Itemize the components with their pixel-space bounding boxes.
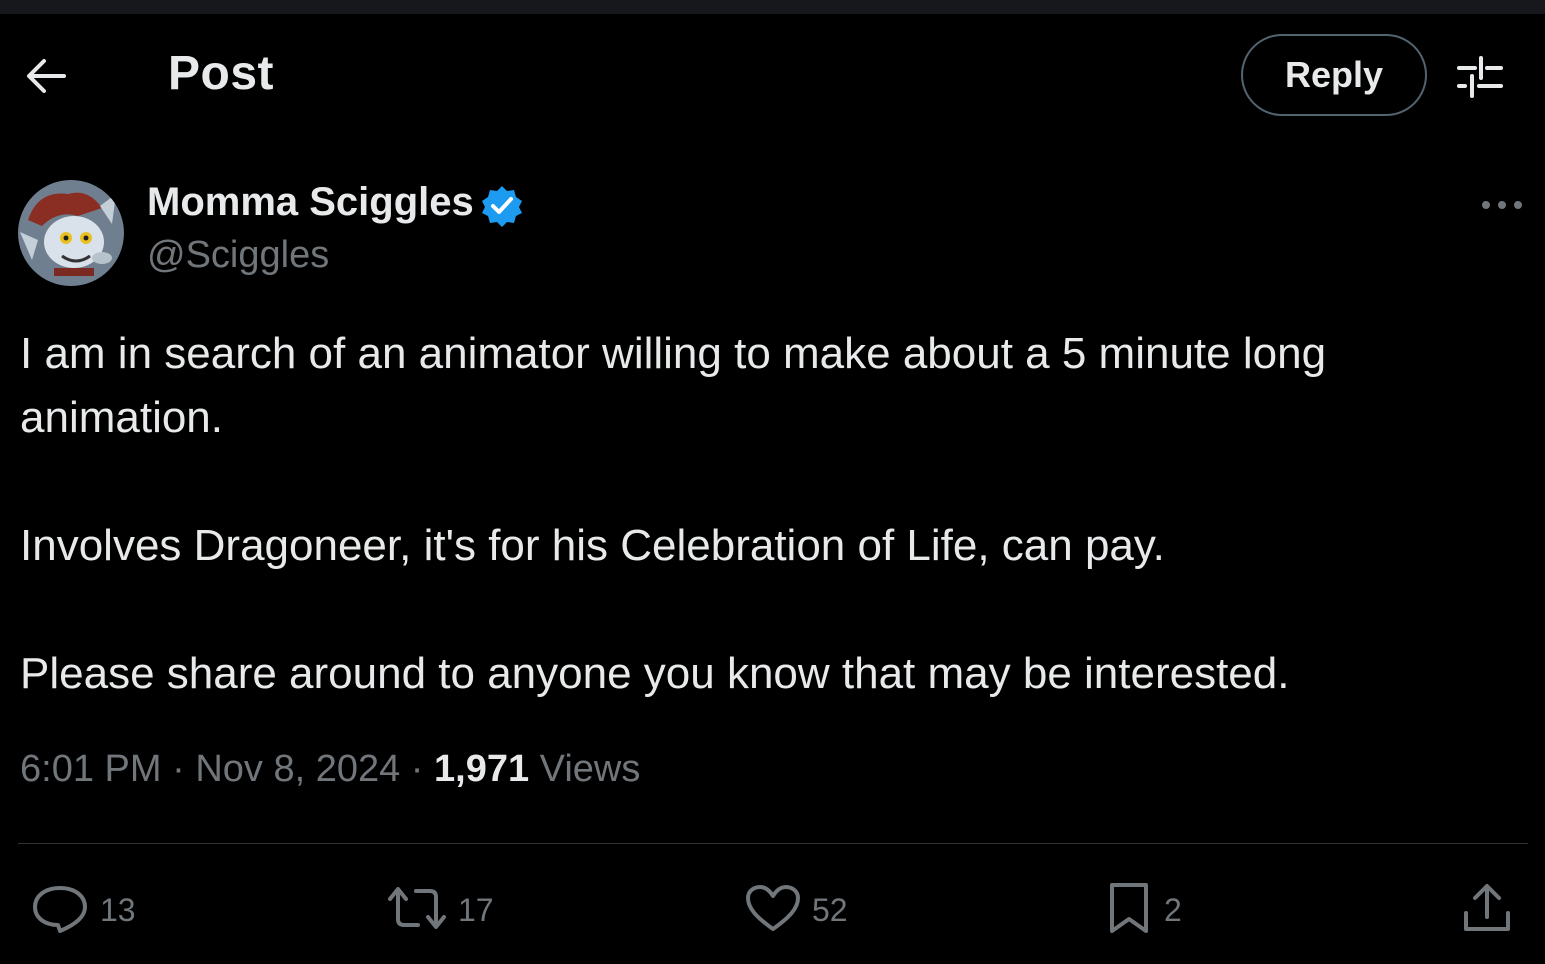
- author-display-name[interactable]: Momma Sciggles: [147, 180, 474, 225]
- comment-icon: [30, 882, 90, 939]
- post-paragraph: Involves Dragoneer, it's for his Celebra…: [20, 521, 1165, 570]
- repost-count: 17: [458, 891, 494, 928]
- share-icon: [1460, 881, 1514, 940]
- divider: [18, 843, 1528, 844]
- post-date[interactable]: Nov 8, 2024: [195, 748, 400, 790]
- meta-separator: ·: [410, 748, 424, 790]
- meta-separator: ·: [172, 748, 185, 790]
- author-handle[interactable]: @Sciggles: [147, 234, 329, 277]
- bookmark-icon: [1104, 879, 1154, 942]
- repost-icon: [386, 883, 448, 938]
- more-options-icon[interactable]: [1478, 188, 1526, 222]
- page-title: Post: [168, 47, 275, 100]
- reply-action[interactable]: 13: [30, 880, 136, 940]
- views-label: Views: [539, 748, 641, 790]
- post-header: Post Reply: [0, 14, 1545, 134]
- share-action[interactable]: [1460, 880, 1514, 940]
- bookmark-count: 2: [1164, 891, 1182, 928]
- repost-action[interactable]: 17: [386, 880, 494, 940]
- post-paragraph: Please share around to anyone you know t…: [20, 649, 1290, 698]
- post-time[interactable]: 6:01 PM: [20, 748, 162, 790]
- reply-count: 13: [100, 891, 136, 928]
- heart-icon: [744, 883, 802, 938]
- views-count: 1,971: [434, 748, 530, 790]
- post-text: I am in search of an animator willing to…: [20, 322, 1510, 706]
- back-arrow-icon[interactable]: [22, 54, 70, 98]
- like-action[interactable]: 52: [744, 880, 848, 940]
- like-count: 52: [812, 891, 848, 928]
- verified-badge-icon[interactable]: [480, 184, 524, 228]
- reply-button[interactable]: Reply: [1241, 34, 1427, 116]
- post-metadata: 6:01 PM · Nov 8, 2024 · 1,971 Views: [20, 748, 640, 791]
- post-paragraph: I am in search of an animator willing to…: [20, 329, 1327, 442]
- bookmark-action[interactable]: 2: [1104, 880, 1182, 940]
- filter-settings-icon[interactable]: [1455, 54, 1505, 100]
- author-avatar[interactable]: [18, 180, 124, 286]
- window-top-strip: [0, 0, 1545, 14]
